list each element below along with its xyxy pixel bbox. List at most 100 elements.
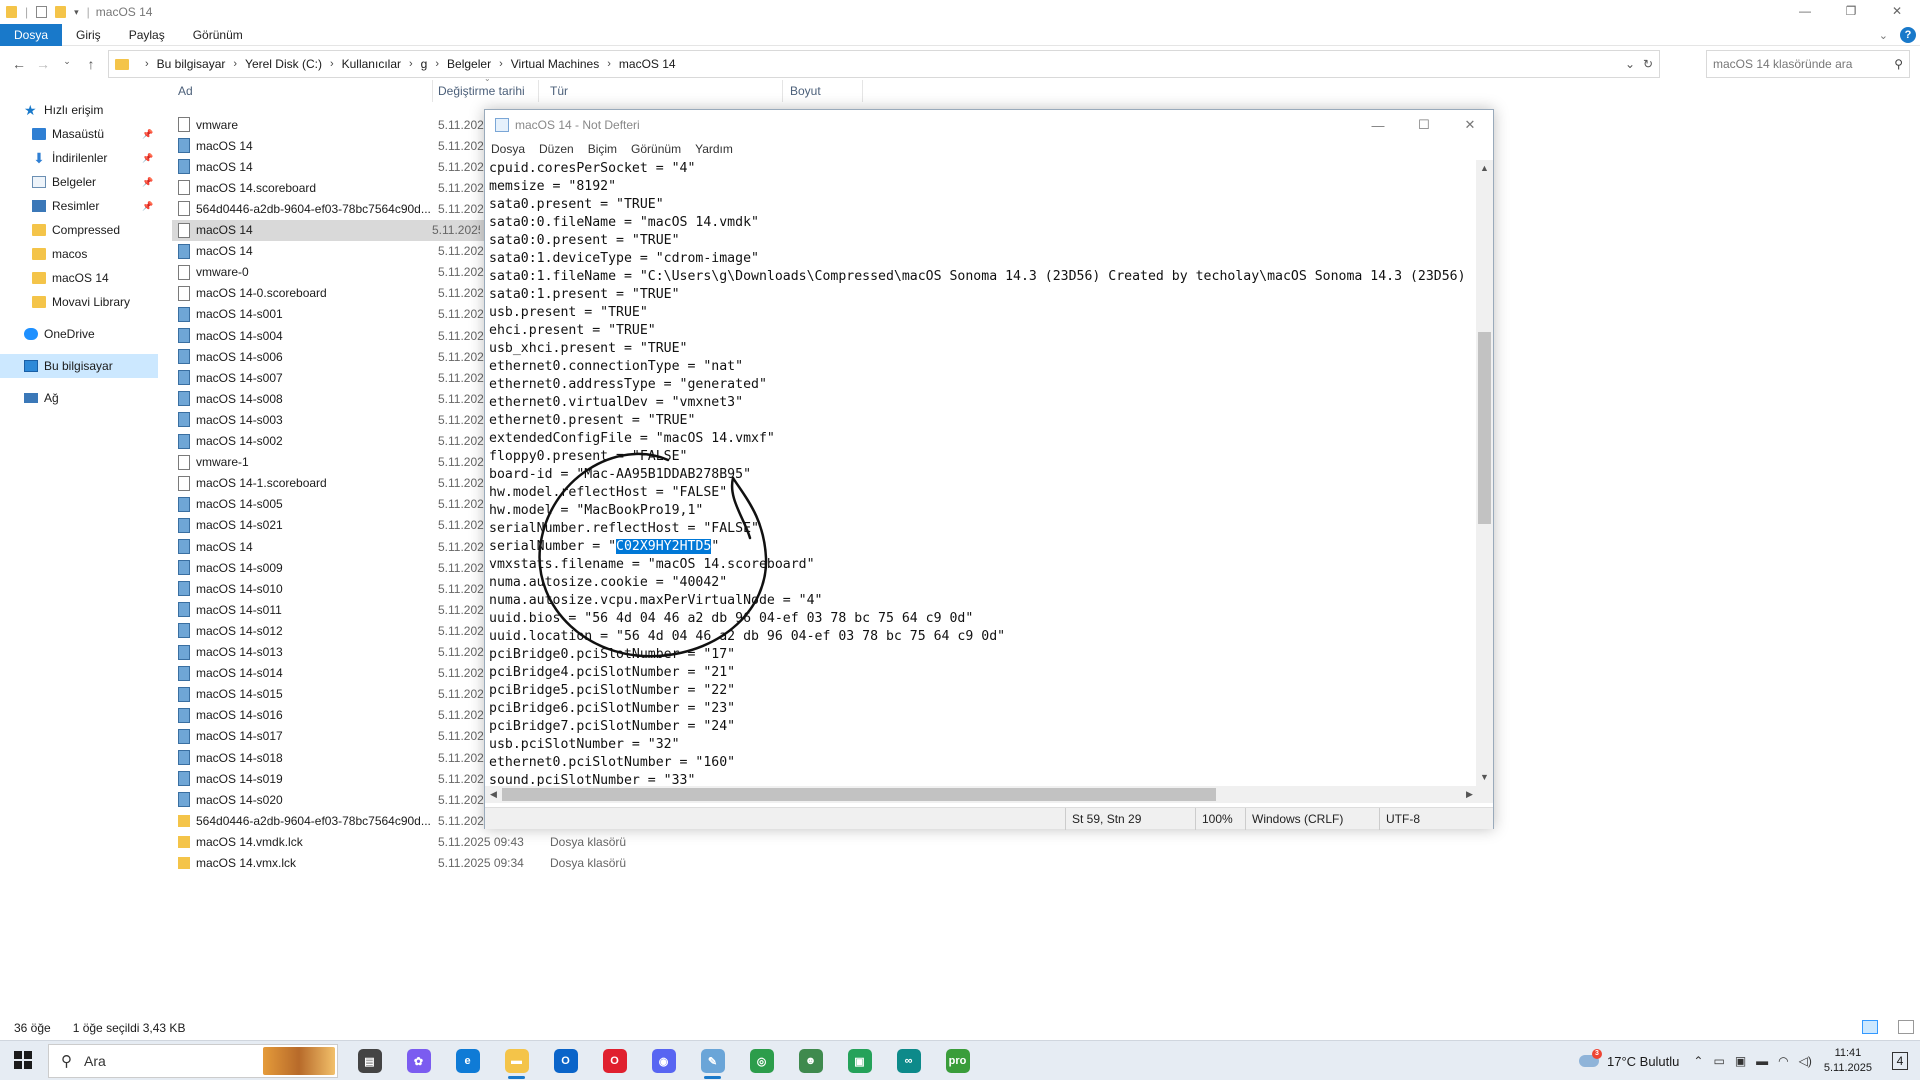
chevron-right-icon[interactable]: › (409, 58, 413, 70)
taskbar-search[interactable]: ⚲ Ara (48, 1044, 338, 1078)
file-row[interactable]: vmware-0 5.11.2025 (178, 262, 498, 283)
file-row[interactable]: macOS 14-s019 5.11.2025 (178, 768, 498, 789)
sidebar-item-this-pc[interactable]: Bu bilgisayar (0, 354, 158, 378)
chevron-down-icon[interactable]: ▾ (74, 7, 79, 18)
scroll-left-arrow-icon[interactable]: ◀ (485, 786, 502, 803)
breadcrumb-item[interactable]: Yerel Disk (C:) (245, 57, 322, 71)
column-header-type[interactable]: Tür (550, 84, 568, 98)
sidebar-item-pictures[interactable]: Resimler 📌 (0, 194, 158, 218)
column-header-name[interactable]: Ad (178, 84, 193, 98)
breadcrumb-item[interactable]: Kullanıcılar (342, 57, 401, 71)
tab-dosya[interactable]: Dosya (0, 23, 63, 46)
minimize-button[interactable]: — (1782, 0, 1828, 22)
windows-start-icon[interactable] (14, 1051, 32, 1069)
close-button[interactable]: ✕ (1874, 0, 1920, 22)
file-row[interactable]: macOS 14-s012 5.11.2025 (178, 620, 498, 641)
file-row[interactable]: macOS 14-s016 5.11.2025 (178, 705, 498, 726)
notification-center-icon[interactable]: 4 (1886, 1047, 1914, 1075)
tab-giris[interactable]: Giriş (62, 24, 115, 46)
file-row[interactable]: macOS 14-s021 5.11.2025 (178, 515, 498, 536)
taskbar-app-copilot[interactable]: ✿ (394, 1041, 443, 1081)
column-divider[interactable] (862, 80, 863, 102)
file-row[interactable]: 564d0446-a2db-9604-ef03-78bc7564c90d... 5… (178, 810, 498, 831)
notepad-minimize-button[interactable]: — (1355, 110, 1401, 140)
menu-duzen[interactable]: Düzen (539, 142, 574, 156)
taskbar-app-notepad[interactable]: ✎ (688, 1041, 737, 1081)
sidebar-item-macos-14[interactable]: macOS 14 (0, 266, 158, 290)
file-row[interactable]: vmware-1 5.11.2025 (178, 452, 498, 473)
file-row[interactable]: macOS 14.vmdk.lck 5.11.2025 09:43 Dosya kl… (178, 831, 626, 852)
scroll-up-arrow-icon[interactable]: ▲ (1476, 160, 1493, 177)
clock[interactable]: 11:41 5.11.2025 (1824, 1046, 1872, 1076)
column-divider[interactable] (432, 80, 433, 102)
details-view-button[interactable] (1862, 1020, 1878, 1034)
breadcrumb-item[interactable]: macOS 14 (619, 57, 676, 71)
large-icons-view-button[interactable] (1898, 1020, 1914, 1034)
taskbar-app-arduino[interactable]: ∞ (884, 1041, 933, 1081)
taskbar-app-camtasia[interactable]: ▣ (835, 1041, 884, 1081)
display-icon[interactable]: ▣ (1735, 1054, 1746, 1068)
file-row[interactable]: macOS 14-s004 5.11.2025 (178, 325, 498, 346)
menu-gorunum[interactable]: Görünüm (631, 142, 681, 156)
column-header-date[interactable]: Değiştirme tarihi (438, 84, 525, 98)
maximize-button[interactable]: ❐ (1828, 0, 1874, 22)
sidebar-item-macos[interactable]: macos (0, 242, 158, 266)
properties-icon[interactable] (36, 6, 48, 18)
sidebar-item-compressed[interactable]: Compressed (0, 218, 158, 242)
breadcrumb[interactable]: › Bu bilgisayar › Yerel Disk (C:) › Kull… (108, 50, 1660, 78)
file-row[interactable]: macOS 14-s003 5.11.2025 (178, 409, 498, 430)
sidebar-item-quick-access[interactable]: ★ Hızlı erişim (0, 98, 158, 122)
notepad-close-button[interactable]: ✕ (1447, 110, 1493, 140)
taskbar-app-file-explorer[interactable]: ▬ (492, 1041, 541, 1081)
file-row[interactable]: macOS 14-s002 5.11.2025 (178, 431, 498, 452)
file-row[interactable]: macOS 14-0.scoreboard 5.11.2025 (178, 283, 498, 304)
file-row[interactable]: 564d0446-a2db-9604-ef03-78bc7564c90d... 5… (178, 198, 498, 219)
file-row[interactable]: macOS 14-s005 5.11.2025 (178, 494, 498, 515)
file-row[interactable]: macOS 14-s006 5.11.2025 (178, 346, 498, 367)
file-row[interactable]: macOS 14-s010 5.11.2025 (178, 578, 498, 599)
taskbar-app-game-character[interactable]: ☻ (786, 1041, 835, 1081)
new-folder-icon[interactable] (55, 6, 67, 18)
tab-paylas[interactable]: Paylaş (115, 24, 179, 46)
breadcrumb-item[interactable]: Virtual Machines (511, 57, 600, 71)
sidebar-item-network[interactable]: Ağ (0, 386, 158, 410)
file-row[interactable]: macOS 14-s011 5.11.2025 (178, 599, 498, 620)
horizontal-scrollbar[interactable]: ◀ ▶ (485, 786, 1478, 803)
refresh-icon[interactable]: ↻ (1643, 57, 1653, 71)
sidebar-item-documents[interactable]: Belgeler 📌 (0, 170, 158, 194)
column-divider[interactable] (538, 80, 539, 102)
taskbar-app-task-view[interactable]: ▤ (345, 1041, 394, 1081)
battery-icon[interactable]: ▬ (1756, 1054, 1768, 1068)
device-icon[interactable]: ▭ (1713, 1054, 1724, 1068)
vertical-scroll-thumb[interactable] (1478, 332, 1491, 524)
wifi-icon[interactable]: ◠ (1778, 1054, 1788, 1068)
serial-number-selection[interactable]: C02X9HY2HTD5 (616, 539, 712, 554)
chevron-right-icon[interactable]: › (435, 58, 439, 70)
volume-icon[interactable]: ◁) (1799, 1054, 1812, 1068)
chevron-right-icon[interactable]: › (607, 58, 611, 70)
scroll-down-arrow-icon[interactable]: ▼ (1476, 769, 1493, 786)
menu-dosya[interactable]: Dosya (491, 142, 525, 156)
up-arrow-icon[interactable]: ↑ (82, 56, 100, 72)
breadcrumb-item[interactable]: Belgeler (447, 57, 491, 71)
file-row[interactable]: macOS 14-s017 5.11.2025 (178, 726, 498, 747)
file-row[interactable]: macOS 14-s013 5.11.2025 (178, 642, 498, 663)
file-row[interactable]: macOS 14 5.11.2025 (178, 156, 498, 177)
sidebar-item-downloads[interactable]: ⬇ İndirilenler 📌 (0, 146, 158, 170)
file-row[interactable]: macOS 14.vmx.lck 5.11.2025 09:34 Dosya kla… (178, 853, 626, 874)
search-input[interactable]: macOS 14 klasöründe ara ⚲ (1706, 50, 1910, 78)
chevron-right-icon[interactable]: › (145, 58, 149, 70)
chevron-up-icon[interactable]: ⌃ (1693, 1054, 1703, 1068)
file-row[interactable]: macOS 14 5.11.2025 (178, 135, 498, 156)
column-divider[interactable] (782, 80, 783, 102)
weather-widget[interactable]: 3 17°C Bulutlu (1578, 1049, 1679, 1069)
search-highlight-image[interactable] (263, 1047, 335, 1075)
expand-ribbon-icon[interactable]: ⌄ (1879, 29, 1888, 42)
column-header-size[interactable]: Boyut (790, 84, 821, 98)
notepad-maximize-button[interactable]: ☐ (1401, 110, 1447, 140)
notepad-text-area[interactable]: cpuid.coresPerSocket = "4" memsize = "819… (489, 160, 1477, 786)
help-icon[interactable]: ? (1900, 27, 1916, 43)
chevron-right-icon[interactable]: › (499, 58, 503, 70)
taskbar-app-discord[interactable]: ◉ (639, 1041, 688, 1081)
chevron-right-icon[interactable]: › (330, 58, 334, 70)
